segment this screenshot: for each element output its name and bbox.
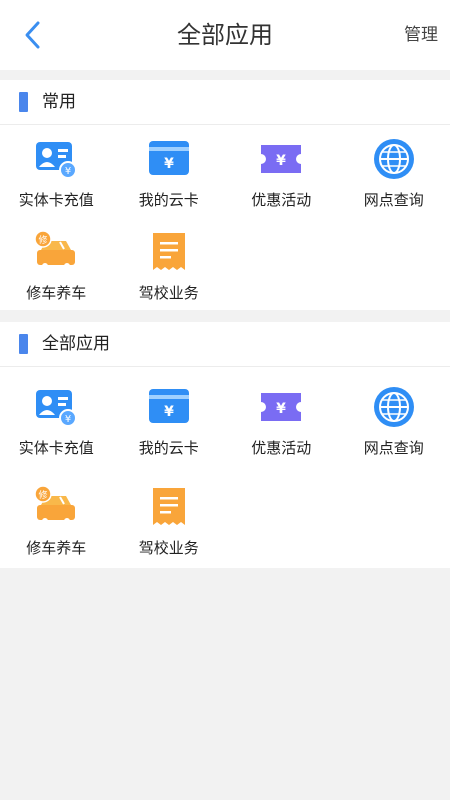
app-label: 网点查询 — [363, 439, 424, 457]
app-label: 我的云卡 — [138, 439, 199, 457]
receipt-icon — [152, 488, 185, 525]
svg-text:修: 修 — [39, 489, 48, 501]
app-grid: ¥ 实体卡充值 ¥ 我的云卡 ¥ 优惠活动 网点查询 修 修车养车 驾校业务 — [0, 367, 450, 585]
app-car-repair[interactable]: 修 修车养车 — [0, 230, 113, 323]
receipt-icon — [152, 233, 185, 270]
svg-text:¥: ¥ — [65, 414, 71, 425]
coupon-ticket-icon: ¥ — [261, 145, 302, 173]
page-title: 全部应用 — [177, 21, 273, 49]
app-label: 修车养车 — [26, 284, 87, 302]
section-marker — [19, 334, 28, 354]
app-branch-search[interactable]: 网点查询 — [338, 137, 450, 230]
app-label: 优惠活动 — [251, 439, 312, 457]
svg-text:¥: ¥ — [164, 404, 174, 420]
section-frequent: 常用 ¥ 实体卡充值 ¥ 我的云卡 ¥ 优惠活动 网点查询 修 修车养车 驾校业… — [0, 80, 450, 310]
app-label: 驾校业务 — [138, 539, 199, 557]
app-promotions[interactable]: ¥ 优惠活动 — [225, 137, 338, 230]
car-repair-icon: 修 — [34, 485, 76, 524]
section-header: 全部应用 — [0, 322, 450, 367]
card-recharge-icon: ¥ — [36, 142, 78, 179]
svg-text:¥: ¥ — [65, 166, 71, 177]
app-promotions[interactable]: ¥ 优惠活动 — [225, 385, 338, 485]
car-repair-icon: 修 — [34, 230, 76, 269]
svg-text:¥: ¥ — [164, 156, 174, 172]
section-marker — [19, 92, 28, 112]
app-branch-search[interactable]: 网点查询 — [338, 385, 450, 485]
manage-button[interactable]: 管理 — [404, 0, 438, 70]
section-all-apps: 全部应用 ¥ 实体卡充值 ¥ 我的云卡 ¥ 优惠活动 网点查询 修 修车养车 驾… — [0, 322, 450, 568]
coupon-ticket-icon: ¥ — [261, 393, 302, 421]
svg-text:修: 修 — [39, 234, 48, 246]
app-label: 网点查询 — [363, 191, 424, 209]
app-card-recharge[interactable]: ¥ 实体卡充值 — [0, 385, 113, 485]
app-driving-school[interactable]: 驾校业务 — [113, 485, 226, 585]
app-cloud-card[interactable]: ¥ 我的云卡 — [113, 385, 226, 485]
app-cloud-card[interactable]: ¥ 我的云卡 — [113, 137, 226, 230]
svg-text:¥: ¥ — [276, 401, 286, 417]
cloud-card-icon: ¥ — [148, 389, 189, 423]
app-label: 实体卡充值 — [18, 439, 94, 457]
app-label: 优惠活动 — [251, 191, 312, 209]
globe-icon — [373, 139, 414, 179]
section-title: 全部应用 — [42, 334, 110, 354]
app-grid: ¥ 实体卡充值 ¥ 我的云卡 ¥ 优惠活动 网点查询 修 修车养车 驾校业务 — [0, 125, 450, 323]
globe-icon — [373, 387, 414, 427]
section-title: 常用 — [42, 92, 76, 112]
app-label: 实体卡充值 — [18, 191, 94, 209]
cloud-card-icon: ¥ — [148, 141, 189, 175]
top-bar: 全部应用 管理 — [0, 0, 450, 70]
app-label: 驾校业务 — [138, 284, 199, 302]
app-label: 修车养车 — [26, 539, 87, 557]
app-car-repair[interactable]: 修 修车养车 — [0, 485, 113, 585]
app-label: 我的云卡 — [138, 191, 199, 209]
svg-text:¥: ¥ — [276, 153, 286, 169]
app-driving-school[interactable]: 驾校业务 — [113, 230, 226, 323]
card-recharge-icon: ¥ — [36, 390, 78, 427]
section-header: 常用 — [0, 80, 450, 125]
app-card-recharge[interactable]: ¥ 实体卡充值 — [0, 137, 113, 230]
